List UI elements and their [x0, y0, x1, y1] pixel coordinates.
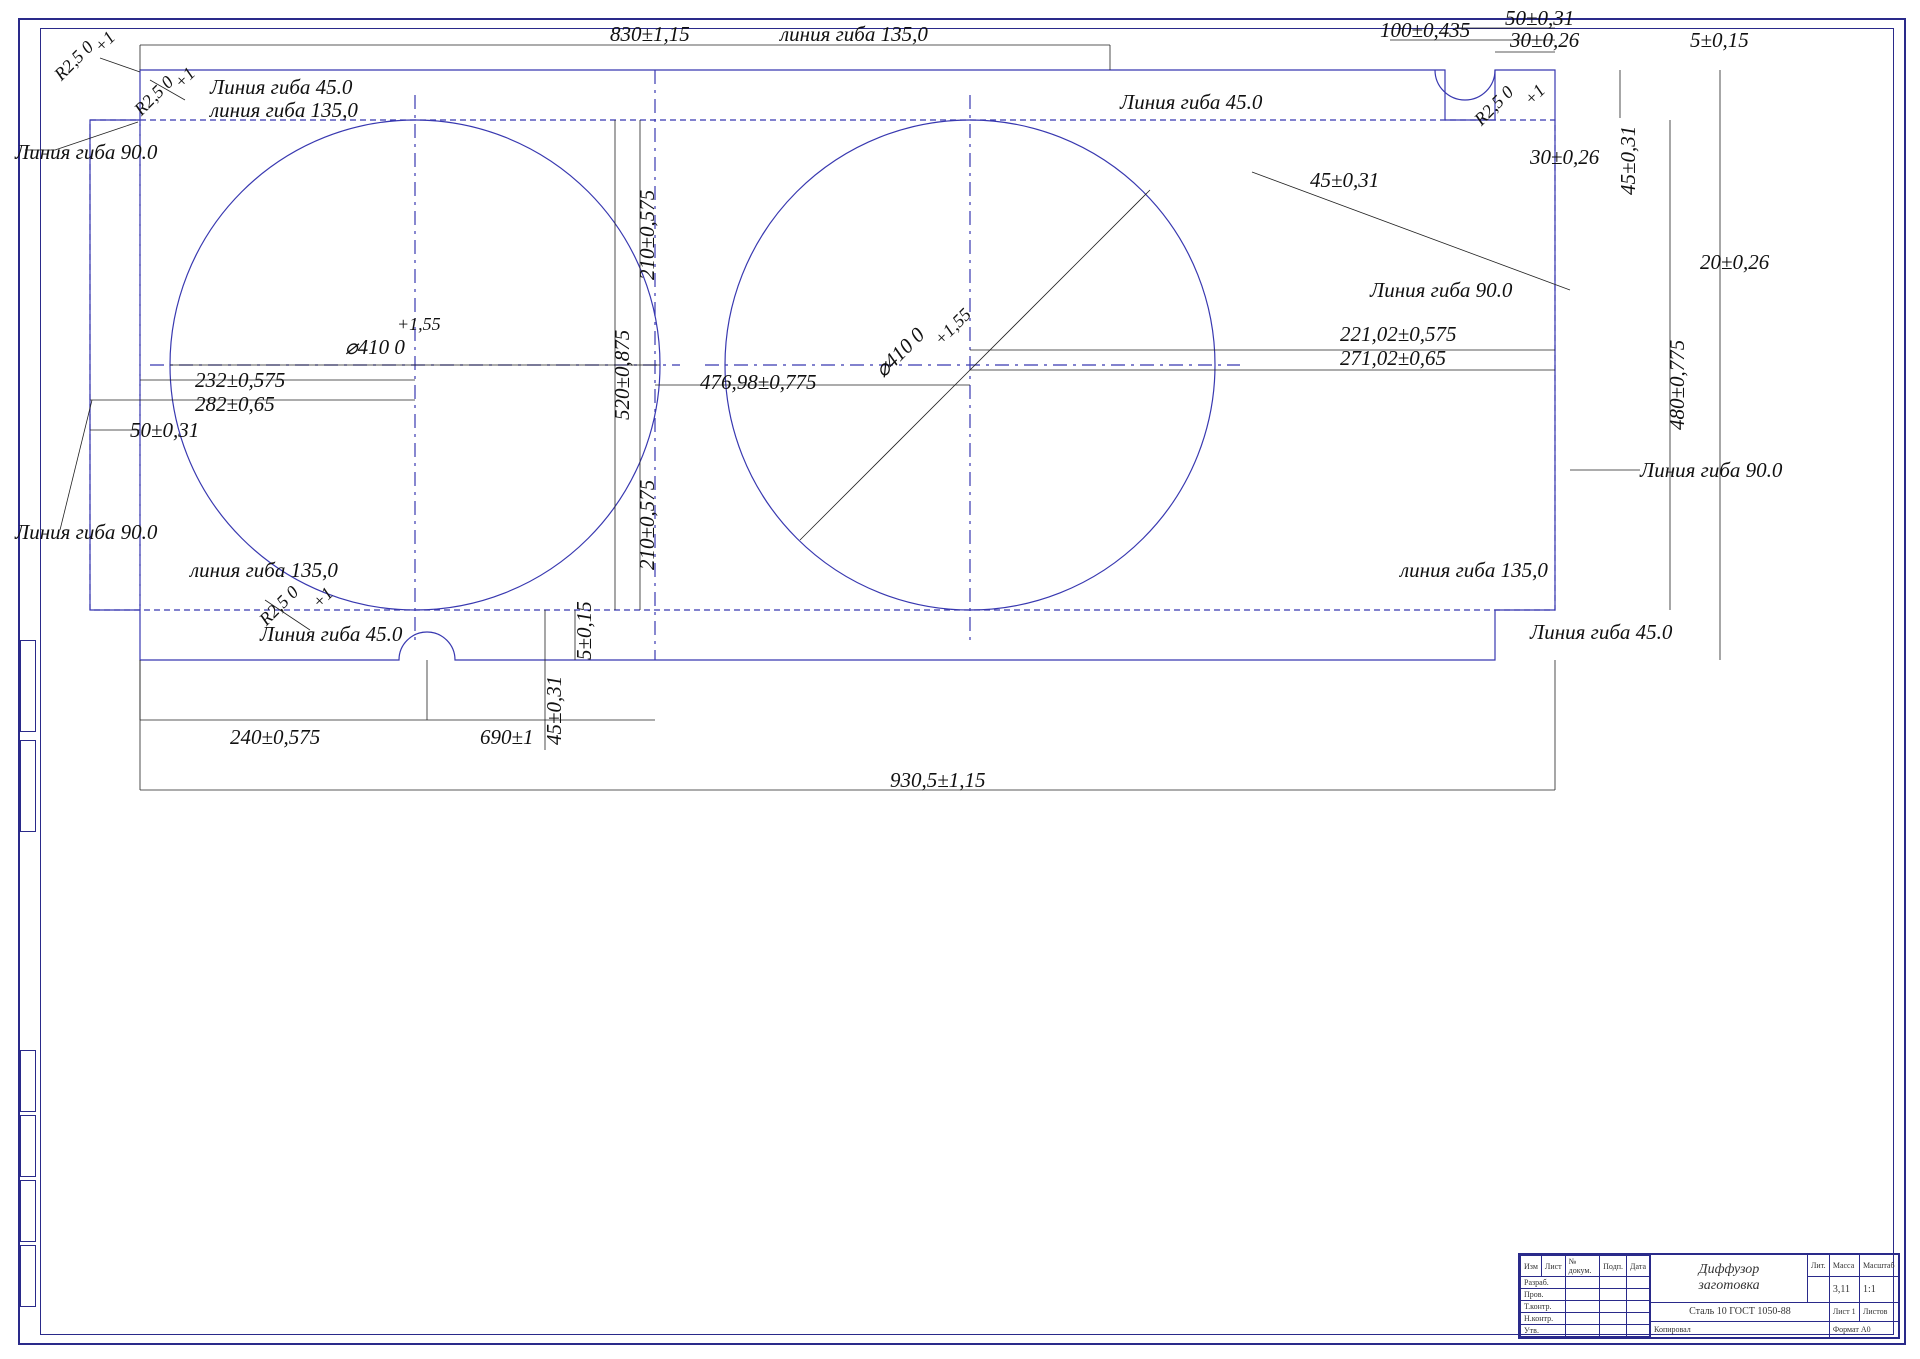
lbl-bend90-r2: Линия гиба 90.0: [1640, 458, 1782, 483]
dim-45r: 45±0,31: [1310, 168, 1379, 193]
dim-232: 232±0,575: [195, 368, 285, 393]
lbl-bend90-tl: Линия гиба 90.0: [15, 140, 157, 165]
dim-690: 690±1: [480, 725, 534, 750]
d410-l-tol: +1,55: [397, 314, 441, 335]
dim-5t: 5±0,15: [1690, 28, 1749, 53]
dim-240: 240±0,575: [230, 725, 320, 750]
lbl-bend135-top: линия гиба 135,0: [780, 22, 928, 47]
v-45b: 45±0,31: [542, 676, 567, 745]
v-5b: 5±0,15: [572, 601, 597, 660]
lbl-bend90-r1: Линия гиба 90.0: [1370, 278, 1512, 303]
v-20: 20±0,26: [1700, 250, 1769, 275]
dim-50l: 50±0,31: [130, 418, 199, 443]
notch-top: [1435, 70, 1495, 100]
lbl-bend90-bl: Линия гиба 90.0: [15, 520, 157, 545]
part-name-2: заготовка: [1654, 1278, 1804, 1294]
part-name-1: Диффузор: [1654, 1262, 1804, 1278]
dim-221: 221,02±0,575: [1340, 322, 1457, 347]
scale: 1:1: [1859, 1276, 1898, 1302]
dim-476: 476,98±0,775: [700, 370, 817, 395]
v-45r: 45±0,31: [1616, 126, 1641, 195]
v-210t: 210±0,575: [635, 190, 660, 280]
lbl-bend135-tl: линия гиба 135,0: [210, 98, 358, 123]
v-480: 480±0,775: [1665, 340, 1690, 430]
mass: 3,11: [1829, 1276, 1859, 1302]
lbl-bend45-bl: Линия гиба 45.0: [260, 622, 402, 647]
dim-930: 930,5±1,15: [890, 768, 986, 793]
dim-271: 271,02±0,65: [1340, 346, 1446, 371]
dim-30r: 30±0,26: [1530, 145, 1599, 170]
lbl-bend45-tr: Линия гиба 45.0: [1120, 90, 1262, 115]
dim-830: 830±1,15: [610, 22, 690, 47]
d410-l: ⌀410 0: [345, 335, 405, 360]
lbl-bend45-br: Линия гиба 45.0: [1530, 620, 1672, 645]
v-210b: 210±0,575: [635, 480, 660, 570]
drawing-svg: [0, 0, 1920, 1359]
lbl-bend135-br: линия гиба 135,0: [1400, 558, 1548, 583]
drawing-sheet: 830±1,15 линия гиба 135,0 100±0,435 50±0…: [0, 0, 1920, 1359]
dim-100: 100±0,435: [1380, 18, 1470, 43]
v-520: 520±0,875: [610, 330, 635, 420]
dim-30t: 30±0,26: [1510, 28, 1579, 53]
title-block: ИзмЛист№ докум.Подп.Дата Разраб. Пров. Т…: [1518, 1253, 1900, 1339]
material: Сталь 10 ГОСТ 1050-88: [1651, 1302, 1830, 1321]
lbl-bend45-tl: Линия гиба 45.0: [210, 75, 352, 100]
dim-282: 282±0,65: [195, 392, 275, 417]
lbl-bend135-bl: линия гиба 135,0: [190, 558, 338, 583]
